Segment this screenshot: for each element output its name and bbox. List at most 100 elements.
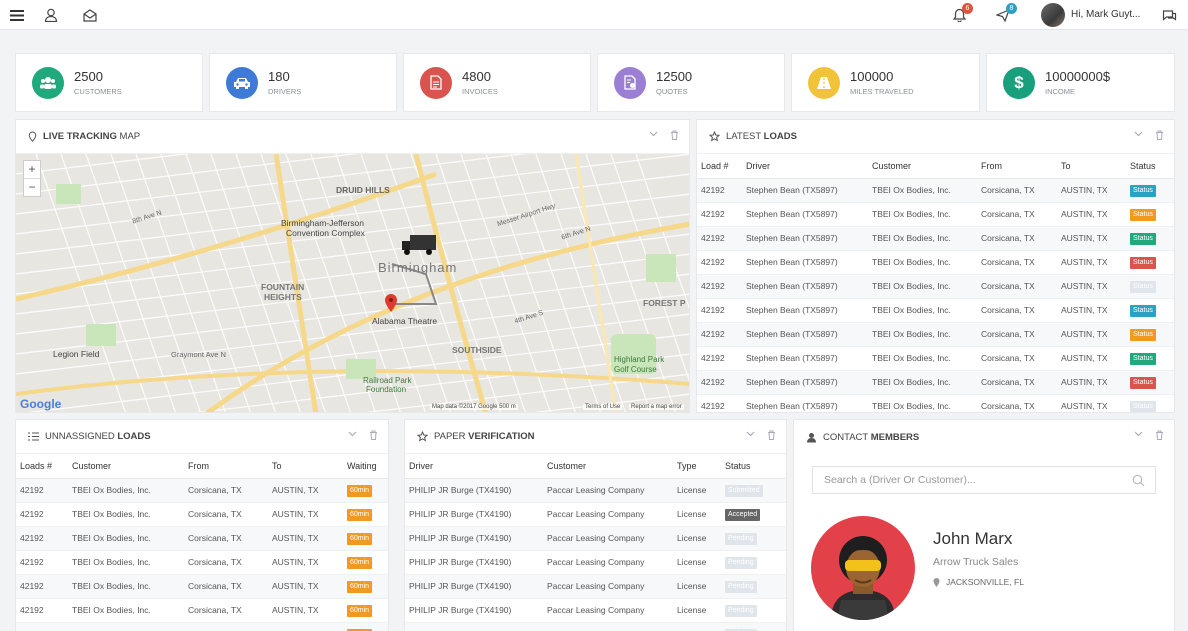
column-header[interactable]: From <box>977 154 1057 179</box>
table-cell: 42192 <box>697 298 742 323</box>
panel-header: LATEST LOADS <box>697 120 1174 154</box>
user-icon[interactable] <box>42 6 60 24</box>
member-name[interactable]: John Marx <box>933 529 1012 549</box>
table-row[interactable]: 42192TBEI Ox Bodies, Inc.Corsicana, TXAU… <box>16 526 388 551</box>
table-row[interactable]: PHILIP JR Burge (TX4190)Paccar Leasing C… <box>405 478 786 503</box>
table-cell: AUSTIN, TX <box>1057 274 1126 299</box>
column-header[interactable]: Status <box>1126 154 1174 179</box>
column-header[interactable]: Load # <box>697 154 742 179</box>
column-header[interactable]: To <box>268 454 343 479</box>
map-label: Legion Field <box>53 349 100 359</box>
table-cell: TBEI Ox Bodies, Inc. <box>868 394 977 412</box>
zoom-out-button[interactable]: − <box>24 179 40 196</box>
trash-icon[interactable] <box>369 430 378 440</box>
table-row[interactable]: PHILIP JR Burge (TX4190)Paccar Leasing C… <box>405 502 786 527</box>
status-cell: Status <box>1126 178 1174 203</box>
member-location-text: JACKSONVILLE, FL <box>946 577 1024 587</box>
truck-icon[interactable] <box>401 234 437 256</box>
table-cell: Corsicana, TX <box>184 598 268 623</box>
table-row[interactable]: 42192 Stephen Bean (TX5897) TBEI Ox Bodies… <box>697 250 1174 275</box>
table-cell: 42192 <box>697 322 742 347</box>
table-row[interactable]: PHILIP JR Burge (TX4190)Paccar Leasing C… <box>405 598 786 623</box>
column-header[interactable]: Customer <box>543 454 673 479</box>
table-row[interactable]: 42192TBEI Ox Bodies, Inc.Corsicana, TXAU… <box>16 550 388 575</box>
map-label: FOREST P <box>643 298 686 308</box>
table-row[interactable]: 42192 Stephen Bean (TX5897) TBEI Ox Bodies… <box>697 178 1174 203</box>
chat-icon[interactable] <box>1160 6 1178 24</box>
table-row[interactable]: 42192TBEI Ox Bodies, Inc.Corsicana, TXAU… <box>16 502 388 527</box>
chevron-down-icon[interactable] <box>1134 130 1143 138</box>
table-cell: 42192 <box>16 526 68 551</box>
map-terms-link[interactable]: Terms of Use <box>583 404 623 410</box>
user-greeting: Hi, Mark Guyt... <box>1071 9 1141 20</box>
table-cell: AUSTIN, TX <box>1057 394 1126 412</box>
trash-icon[interactable] <box>1155 130 1164 140</box>
table-row[interactable]: 42192 Stephen Bean (TX5897) TBEI Ox Bodies… <box>697 394 1174 412</box>
trash-icon[interactable] <box>670 130 679 140</box>
live-tracking-panel: LIVE TRACKING MAP DRUID HILLS Birmingham… <box>15 119 690 413</box>
table-row[interactable]: 42192TBEI Ox Bodies, Inc.Corsicana, TXAU… <box>16 478 388 503</box>
column-header[interactable]: From <box>184 454 268 479</box>
chevron-down-icon[interactable] <box>348 430 357 438</box>
table-row[interactable]: 42192 Stephen Bean (TX5897) TBEI Ox Bodies… <box>697 298 1174 323</box>
column-header[interactable]: Customer <box>68 454 184 479</box>
table-row[interactable]: 42192 Stephen Bean (TX5897) TBEI Ox Bodies… <box>697 274 1174 299</box>
column-header[interactable]: Driver <box>742 154 868 179</box>
table-row[interactable]: 42192 Stephen Bean (TX5897) TBEI Ox Bodies… <box>697 322 1174 347</box>
tracking-map[interactable]: DRUID HILLS Birmingham-Jefferson Convent… <box>16 154 689 412</box>
mail-icon[interactable] <box>81 6 99 24</box>
stat-value: 12500 <box>656 69 693 84</box>
table-cell: Stephen Bean (TX5897) <box>742 202 868 227</box>
table-row[interactable]: 42192TBEI Ox Bodies, Inc.Corsicana, TXAU… <box>16 598 388 623</box>
notification-badge: 6 <box>962 3 973 14</box>
top-bar: 6 8 Hi, Mark Guyt... <box>0 0 1188 30</box>
column-header[interactable]: Type <box>673 454 721 479</box>
send-icon[interactable]: 8 <box>994 3 1017 24</box>
table-cell: 42192 <box>697 274 742 299</box>
notifications-bell-icon[interactable]: 6 <box>950 3 973 24</box>
table-cell: Corsicana, TX <box>977 322 1057 347</box>
table-row[interactable]: 42192 Stephen Bean (TX5897) TBEI Ox Bodies… <box>697 226 1174 251</box>
search-icon[interactable] <box>1132 474 1145 487</box>
table-row[interactable]: PHILIP JR Burge (TX4190)Paccar Leasing C… <box>405 550 786 575</box>
chevron-down-icon[interactable] <box>649 130 658 138</box>
status-badge: Status <box>1130 184 1156 197</box>
trash-icon[interactable] <box>1155 430 1164 440</box>
column-header[interactable]: Loads # <box>16 454 68 479</box>
column-header[interactable]: Waiting <box>343 454 388 479</box>
table-cell: PHILIP JR Burge (TX4190) <box>405 622 543 631</box>
table-cell: 42192 <box>16 598 68 623</box>
table-row[interactable]: PHILIP JR Burge (TX4190)Paccar Leasing C… <box>405 622 786 631</box>
trash-icon[interactable] <box>767 430 776 440</box>
map-marker-icon[interactable] <box>385 294 397 312</box>
table-cell: TBEI Ox Bodies, Inc. <box>868 178 977 203</box>
panel-header: LIVE TRACKING MAP <box>16 120 689 154</box>
table-row[interactable]: PHILIP JR Burge (TX4190)Paccar Leasing C… <box>405 526 786 551</box>
waiting-cell: 60min <box>343 574 388 599</box>
member-search-input[interactable]: Search a (Driver Or Customer)... <box>812 466 1156 494</box>
hamburger-menu-icon[interactable] <box>8 6 26 24</box>
chevron-down-icon[interactable] <box>746 430 755 438</box>
column-header[interactable]: Driver <box>405 454 543 479</box>
table-row[interactable]: 42192 Stephen Bean (TX5897) TBEI Ox Bodies… <box>697 370 1174 395</box>
table-row[interactable]: 42192 Stephen Bean (TX5897) TBEI Ox Bodies… <box>697 202 1174 227</box>
status-badge: Status <box>1130 352 1156 365</box>
map-report-link[interactable]: Report a map error <box>629 404 684 410</box>
chevron-down-icon[interactable] <box>1134 430 1143 438</box>
map-label: Graymont Ave N <box>171 350 226 359</box>
table-cell: 42192 <box>697 370 742 395</box>
column-header[interactable]: To <box>1057 154 1126 179</box>
table-row[interactable]: PHILIP JR Burge (TX4190)Paccar Leasing C… <box>405 574 786 599</box>
status-cell: Status <box>1126 274 1174 299</box>
table-row[interactable]: 42192TBEI Ox Bodies, Inc.Corsicana, TXAU… <box>16 574 388 599</box>
column-header[interactable]: Status <box>721 454 786 479</box>
waiting-cell: 60min <box>343 526 388 551</box>
user-menu[interactable]: Hi, Mark Guyt... <box>1041 2 1140 27</box>
table-row[interactable]: 42192 Stephen Bean (TX5897) TBEI Ox Bodies… <box>697 346 1174 371</box>
zoom-in-button[interactable]: + <box>24 161 40 179</box>
table-row[interactable]: 42192TBEI Ox Bodies, Inc.Corsicana, TXAU… <box>16 622 388 631</box>
table-cell: PHILIP JR Burge (TX4190) <box>405 526 543 551</box>
table-cell: TBEI Ox Bodies, Inc. <box>68 550 184 575</box>
column-header[interactable]: Customer <box>868 154 977 179</box>
table-cell: PHILIP JR Burge (TX4190) <box>405 478 543 503</box>
